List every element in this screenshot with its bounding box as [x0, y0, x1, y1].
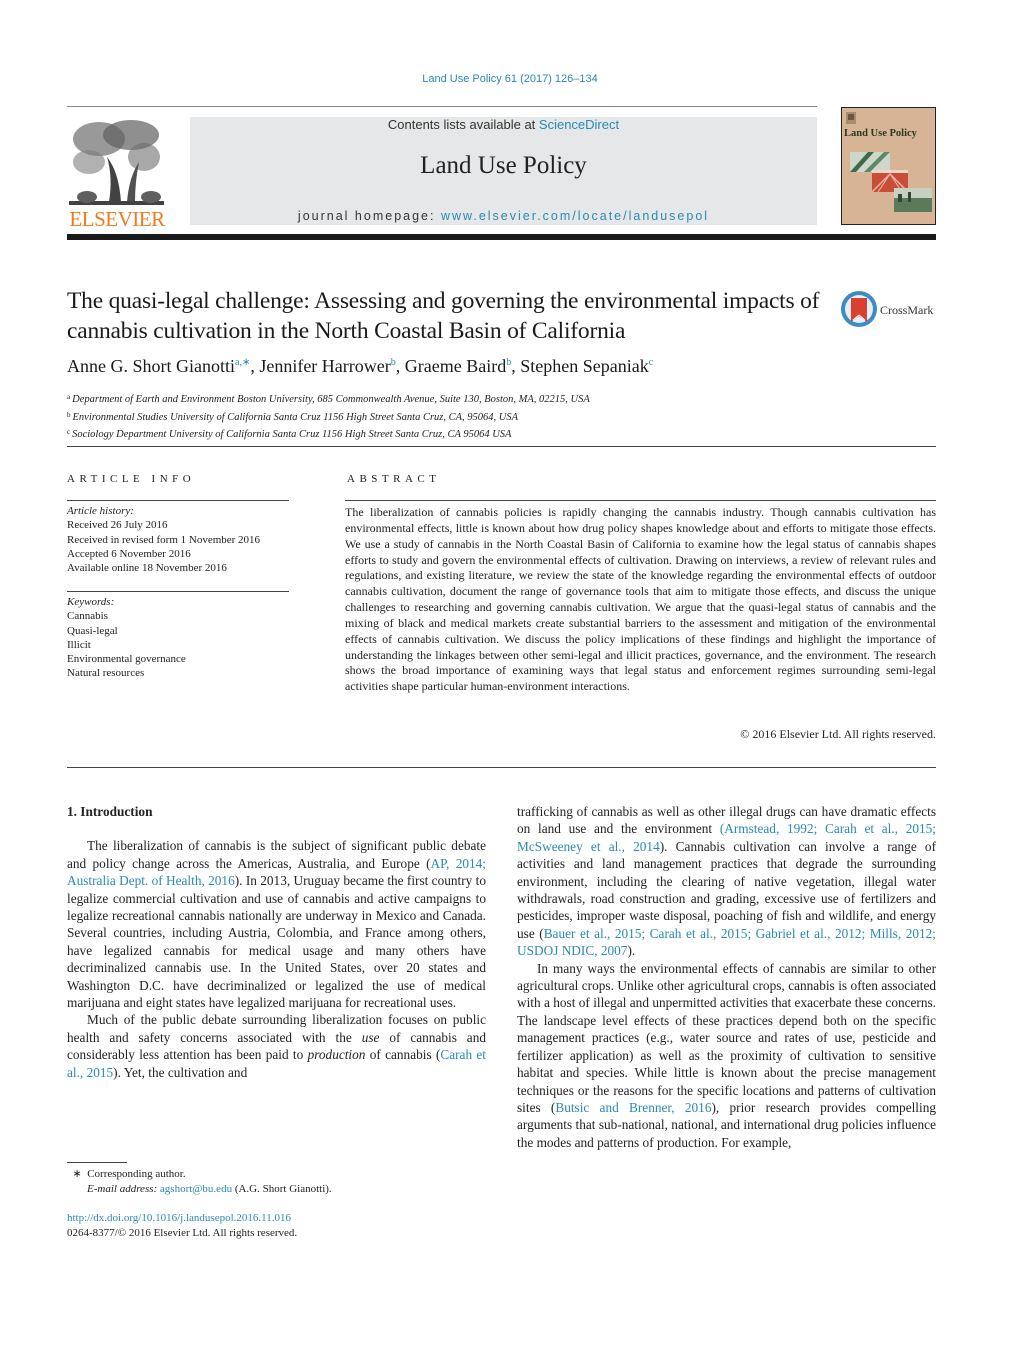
abstract-divider	[345, 500, 936, 501]
cover-image-3	[894, 188, 932, 212]
elsevier-logo[interactable]: ELSEVIER	[67, 117, 167, 231]
affiliation-item: a Department of Earth and Environment Bos…	[67, 393, 590, 405]
affiliations: a Department of Earth and Environment Bos…	[67, 390, 590, 443]
author[interactable]: Graeme Bairdb	[405, 356, 511, 376]
homepage-link[interactable]: www.elsevier.com/locate/landusepol	[441, 209, 709, 223]
article-history: Article history: Received 26 July 2016 R…	[67, 504, 260, 575]
author-separator: ,	[250, 356, 260, 376]
body-paragraph: trafficking of cannabis as well as other…	[517, 804, 936, 959]
journal-name: Land Use Policy	[420, 152, 587, 179]
homepage-line: journal homepage: www.elsevier.com/locat…	[190, 209, 817, 223]
history-item: Received in revised form 1 November 2016	[67, 533, 261, 546]
body-paragraph: In many ways the environmental effects o…	[517, 960, 936, 1150]
contents-prefix: Contents lists available at	[387, 117, 539, 132]
article-info-divider	[67, 591, 289, 592]
section-heading-introduction: 1. Introduction	[67, 804, 153, 819]
section-divider	[67, 767, 936, 768]
homepage-prefix: journal homepage:	[297, 209, 441, 223]
crossmark-button[interactable]: CrossMark	[840, 290, 940, 330]
affiliation-item: b Environmental Studies University of Cal…	[67, 410, 519, 423]
author-separator: ,	[511, 356, 521, 376]
footnote-corresponding: ∗ Corresponding author.	[72, 1168, 186, 1180]
crossmark-icon	[841, 291, 877, 327]
cover-title: Land Use Policy	[844, 128, 917, 139]
issn-line: 0264-8377/© 2016 Elsevier Ltd. All right…	[67, 1226, 298, 1239]
cover-image-1	[850, 152, 890, 172]
author-separator: ,	[395, 356, 405, 376]
footnote-email: E-mail address: agshort@bu.edu (A.G. Sho…	[87, 1182, 332, 1195]
author[interactable]: Anne G. Short Gianottia,∗	[67, 356, 250, 376]
article-title: The quasi-legal challenge: Assessing and…	[67, 288, 820, 344]
article-info-heading: ARTICLE INFO	[67, 473, 196, 485]
journal-citation[interactable]: Land Use Policy 61 (2017) 126–134	[0, 73, 1020, 85]
author-affiliation-mark[interactable]: c	[649, 357, 653, 368]
elsevier-tree-icon	[69, 117, 164, 207]
citation-link[interactable]: Butsic and Brenner, 2016	[555, 1100, 711, 1115]
elsevier-mini-logo-icon	[846, 112, 856, 124]
contents-line: Contents lists available at ScienceDirec…	[190, 117, 817, 132]
doi-block: http://dx.doi.org/10.1016/j.landusepol.2…	[67, 1211, 297, 1240]
keywords: Keywords: Cannabis Quasi-legal Illicit E…	[67, 595, 186, 681]
abstract-text: The liberalization of cannabis policies …	[345, 505, 936, 694]
journal-header-box: Contents lists available at ScienceDirec…	[190, 117, 817, 225]
author[interactable]: Jennifer Harrowerb	[259, 356, 395, 376]
history-item: Received 26 July 2016	[67, 519, 168, 532]
keywords-label: Keywords:	[67, 596, 115, 608]
affiliation-item: c Sociology Department University of Cali…	[67, 428, 512, 440]
author-list: Anne G. Short Gianottia,∗, Jennifer Harr…	[67, 356, 653, 377]
body-paragraph: Much of the public debate surrounding li…	[67, 1012, 487, 1080]
history-label: Article history:	[67, 505, 134, 517]
email-link[interactable]: agshort@bu.edu	[160, 1183, 232, 1195]
author-affiliation-mark[interactable]: a,∗	[235, 357, 250, 368]
header-thick-rule	[67, 234, 936, 240]
crossmark-label: CrossMark	[880, 303, 934, 317]
history-item: Available online 18 November 2016	[67, 562, 227, 575]
section-divider	[67, 446, 936, 447]
body-column-right: trafficking of cannabis as well as other…	[517, 803, 936, 1151]
history-item: Accepted 6 November 2016	[67, 547, 191, 560]
abstract-copyright: © 2016 Elsevier Ltd. All rights reserved…	[740, 727, 936, 741]
elsevier-wordmark: ELSEVIER	[69, 207, 165, 231]
footnotes: ∗ Corresponding author. E-mail address: …	[67, 1167, 332, 1196]
header-divider	[67, 106, 817, 107]
keyword-item: Natural resources	[67, 667, 145, 680]
citation-link[interactable]: Bauer et al., 2015; Carah et al., 2015; …	[517, 926, 936, 958]
abstract-heading: ABSTRACT	[347, 473, 441, 485]
journal-cover[interactable]: Land Use Policy	[841, 107, 936, 225]
sciencedirect-link[interactable]: ScienceDirect	[539, 117, 619, 132]
author[interactable]: Stephen Sepaniakc	[520, 356, 653, 376]
keyword-item: Environmental governance	[67, 653, 186, 666]
keyword-item: Cannabis	[67, 610, 108, 623]
footnote-divider	[67, 1162, 127, 1163]
body-column-left: 1. Introduction The liberalization of ca…	[67, 803, 486, 1081]
body-paragraph: The liberalization of cannabis is the su…	[67, 838, 486, 1011]
keyword-item: Illicit	[67, 638, 91, 651]
doi-link[interactable]: http://dx.doi.org/10.1016/j.landusepol.2…	[67, 1212, 291, 1224]
article-info-divider	[67, 500, 289, 501]
keyword-item: Quasi-legal	[67, 624, 118, 637]
